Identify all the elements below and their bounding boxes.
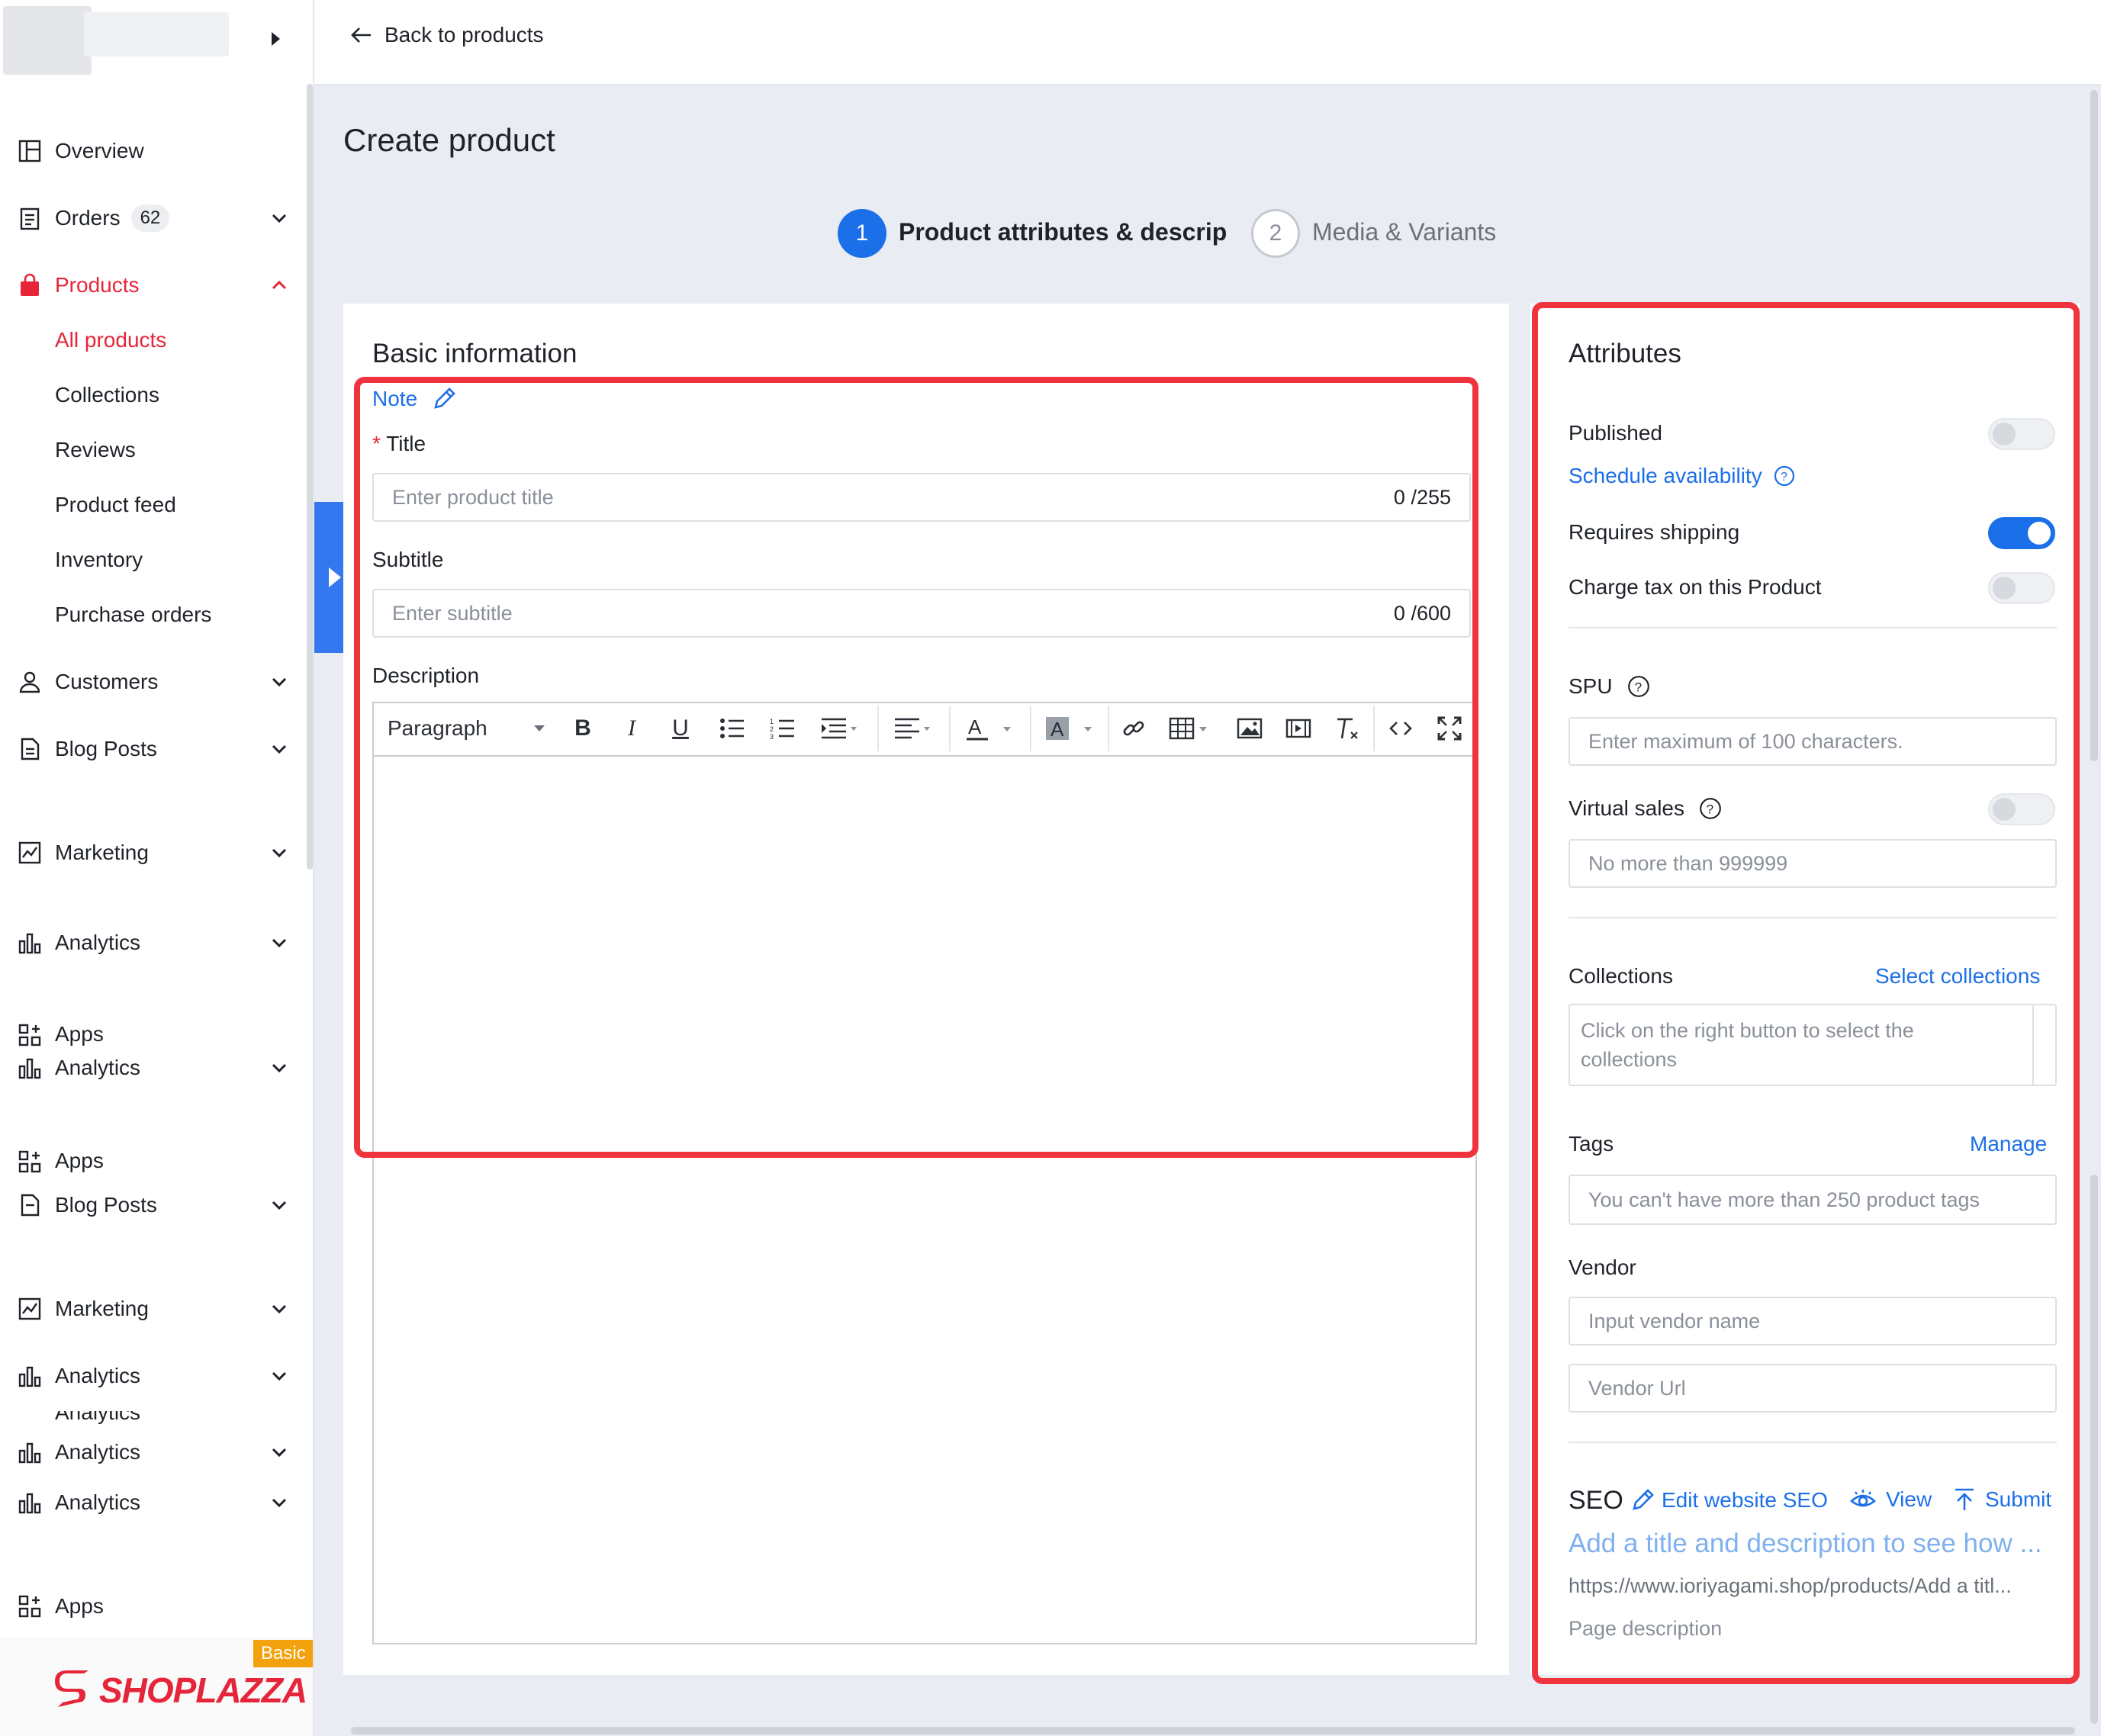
sidebar-item-orders[interactable]: Orders 62 bbox=[17, 195, 291, 241]
sidebar-label: Blog Posts bbox=[55, 1193, 157, 1217]
apps-icon bbox=[17, 1149, 43, 1175]
sidebar-label: Marketing bbox=[55, 1297, 149, 1320]
horizontal-scrollbar[interactable] bbox=[351, 1727, 2075, 1734]
chevron-down-icon bbox=[272, 1063, 287, 1073]
sidebar-subitem-reviews[interactable]: Reviews bbox=[55, 438, 136, 462]
apps-icon bbox=[17, 1022, 43, 1048]
sidebar-subitem-product-feed[interactable]: Product feed bbox=[55, 493, 176, 517]
sidebar-subitem-inventory[interactable]: Inventory bbox=[55, 548, 143, 572]
sidebar: Overview Orders 62 Products All products… bbox=[0, 0, 314, 1736]
sidebar-item-apps[interactable]: Apps bbox=[17, 1583, 291, 1629]
chevron-down-icon bbox=[272, 848, 287, 858]
chevron-down-icon bbox=[272, 1371, 287, 1381]
highlight-box-basic-info bbox=[354, 377, 1478, 1158]
basic-information-heading: Basic information bbox=[372, 339, 578, 368]
chevron-down-icon bbox=[272, 1304, 287, 1314]
chevron-down-icon bbox=[272, 1201, 287, 1210]
sidebar-item-marketing[interactable]: Marketing bbox=[17, 830, 291, 876]
sidebar-label: Customers bbox=[55, 670, 159, 693]
shoplazza-mark-icon bbox=[55, 1670, 88, 1707]
sidebar-label: Analytics bbox=[55, 1490, 141, 1514]
sidebar-label: Analytics bbox=[55, 1056, 141, 1079]
analytics-icon bbox=[17, 930, 43, 956]
sidebar-scrollbar[interactable] bbox=[307, 84, 313, 870]
chevron-up-icon bbox=[272, 280, 287, 290]
store-logo-blurred bbox=[3, 6, 92, 75]
sidebar-item-marketing-duplicate[interactable]: Marketing bbox=[17, 1286, 291, 1332]
orders-icon bbox=[17, 205, 43, 231]
chevron-down-icon bbox=[272, 744, 287, 754]
analytics-icon bbox=[17, 1439, 43, 1465]
back-to-products-link[interactable]: Back to products bbox=[349, 23, 544, 47]
chevron-down-icon bbox=[272, 1498, 287, 1508]
orders-count-badge: 62 bbox=[130, 204, 170, 232]
sidebar-label: Analytics bbox=[55, 1440, 141, 1464]
customers-icon bbox=[17, 669, 43, 695]
shoplazza-logo[interactable]: SHOPLAZZA bbox=[53, 1669, 307, 1712]
highlight-box-attributes bbox=[1532, 302, 2080, 1684]
step-1-label[interactable]: Product attributes & descript bbox=[899, 218, 1227, 246]
chevron-down-icon bbox=[272, 677, 287, 687]
sidebar-item-customers[interactable]: Customers bbox=[17, 659, 291, 705]
overview-icon bbox=[17, 138, 43, 164]
sidebar-label: Blog Posts bbox=[55, 737, 157, 760]
sidebar-label: Marketing bbox=[55, 841, 149, 864]
sidebar-label: Apps bbox=[55, 1022, 104, 1046]
sidebar-label: Analytics bbox=[55, 1364, 141, 1387]
sidebar-item-analytics-duplicate[interactable]: Analytics bbox=[17, 1429, 291, 1475]
blog-posts-icon bbox=[17, 736, 43, 762]
sidebar-item-analytics[interactable]: Analytics bbox=[17, 920, 291, 966]
sidebar-label: Apps bbox=[55, 1594, 104, 1618]
analytics-icon bbox=[17, 1055, 43, 1081]
sidebar-item-apps-duplicate[interactable]: Apps bbox=[17, 1149, 291, 1182]
sidebar-item-analytics-duplicate[interactable]: Analytics bbox=[17, 1353, 291, 1399]
sidebar-label: Orders bbox=[55, 206, 121, 230]
sidebar-item-analytics-duplicate[interactable]: Analytics bbox=[17, 1045, 291, 1091]
sidebar-item-analytics-clipped[interactable]: Analytics bbox=[17, 1411, 291, 1429]
sidebar-label: Products bbox=[55, 273, 140, 297]
sidebar-label: Analytics bbox=[55, 931, 141, 954]
store-switch-icon[interactable] bbox=[272, 32, 280, 46]
sidebar-label: Analytics bbox=[55, 1411, 141, 1424]
top-bar: Back to products bbox=[314, 0, 2101, 85]
store-name-blurred bbox=[84, 12, 229, 56]
sidebar-label: Overview bbox=[55, 139, 144, 162]
caret-right-icon bbox=[329, 567, 341, 587]
step-1-indicator[interactable]: 1 bbox=[838, 209, 886, 258]
step-2-indicator[interactable]: 2 bbox=[1251, 209, 1300, 258]
vertical-scrollbar[interactable] bbox=[2090, 90, 2098, 761]
sidebar-item-overview[interactable]: Overview bbox=[17, 128, 291, 174]
arrow-left-icon bbox=[351, 27, 371, 43]
sidebar-label: Apps bbox=[55, 1149, 104, 1172]
analytics-icon bbox=[17, 1490, 43, 1516]
chevron-down-icon bbox=[272, 214, 287, 223]
marketing-icon bbox=[17, 1296, 43, 1322]
products-icon bbox=[17, 272, 43, 298]
sidebar-item-products[interactable]: Products bbox=[17, 262, 291, 308]
sidebar-subitem-collections[interactable]: Collections bbox=[55, 383, 159, 407]
step-2-label[interactable]: Media & Variants bbox=[1312, 218, 1496, 246]
chevron-down-icon bbox=[272, 938, 287, 948]
sidebar-item-blog-posts[interactable]: Blog Posts bbox=[17, 726, 291, 772]
page-title: Create product bbox=[343, 122, 555, 158]
plan-badge: Basic bbox=[253, 1640, 313, 1667]
shoplazza-wordmark: SHOPLAZZA bbox=[99, 1670, 307, 1710]
analytics-icon bbox=[17, 1363, 43, 1389]
sidebar-item-blog-posts-duplicate[interactable]: Blog Posts bbox=[17, 1182, 291, 1228]
chevron-down-icon bbox=[272, 1448, 287, 1458]
blog-posts-icon bbox=[17, 1192, 43, 1218]
marketing-icon bbox=[17, 840, 43, 866]
apps-icon bbox=[17, 1593, 43, 1619]
sidebar-subitem-purchase-orders[interactable]: Purchase orders bbox=[55, 603, 211, 627]
sidebar-subitem-all-products[interactable]: All products bbox=[55, 328, 166, 352]
vertical-scrollbar-lower[interactable] bbox=[2090, 1175, 2098, 1724]
back-label: Back to products bbox=[384, 23, 544, 47]
sidebar-item-analytics-duplicate[interactable]: Analytics bbox=[17, 1480, 291, 1525]
